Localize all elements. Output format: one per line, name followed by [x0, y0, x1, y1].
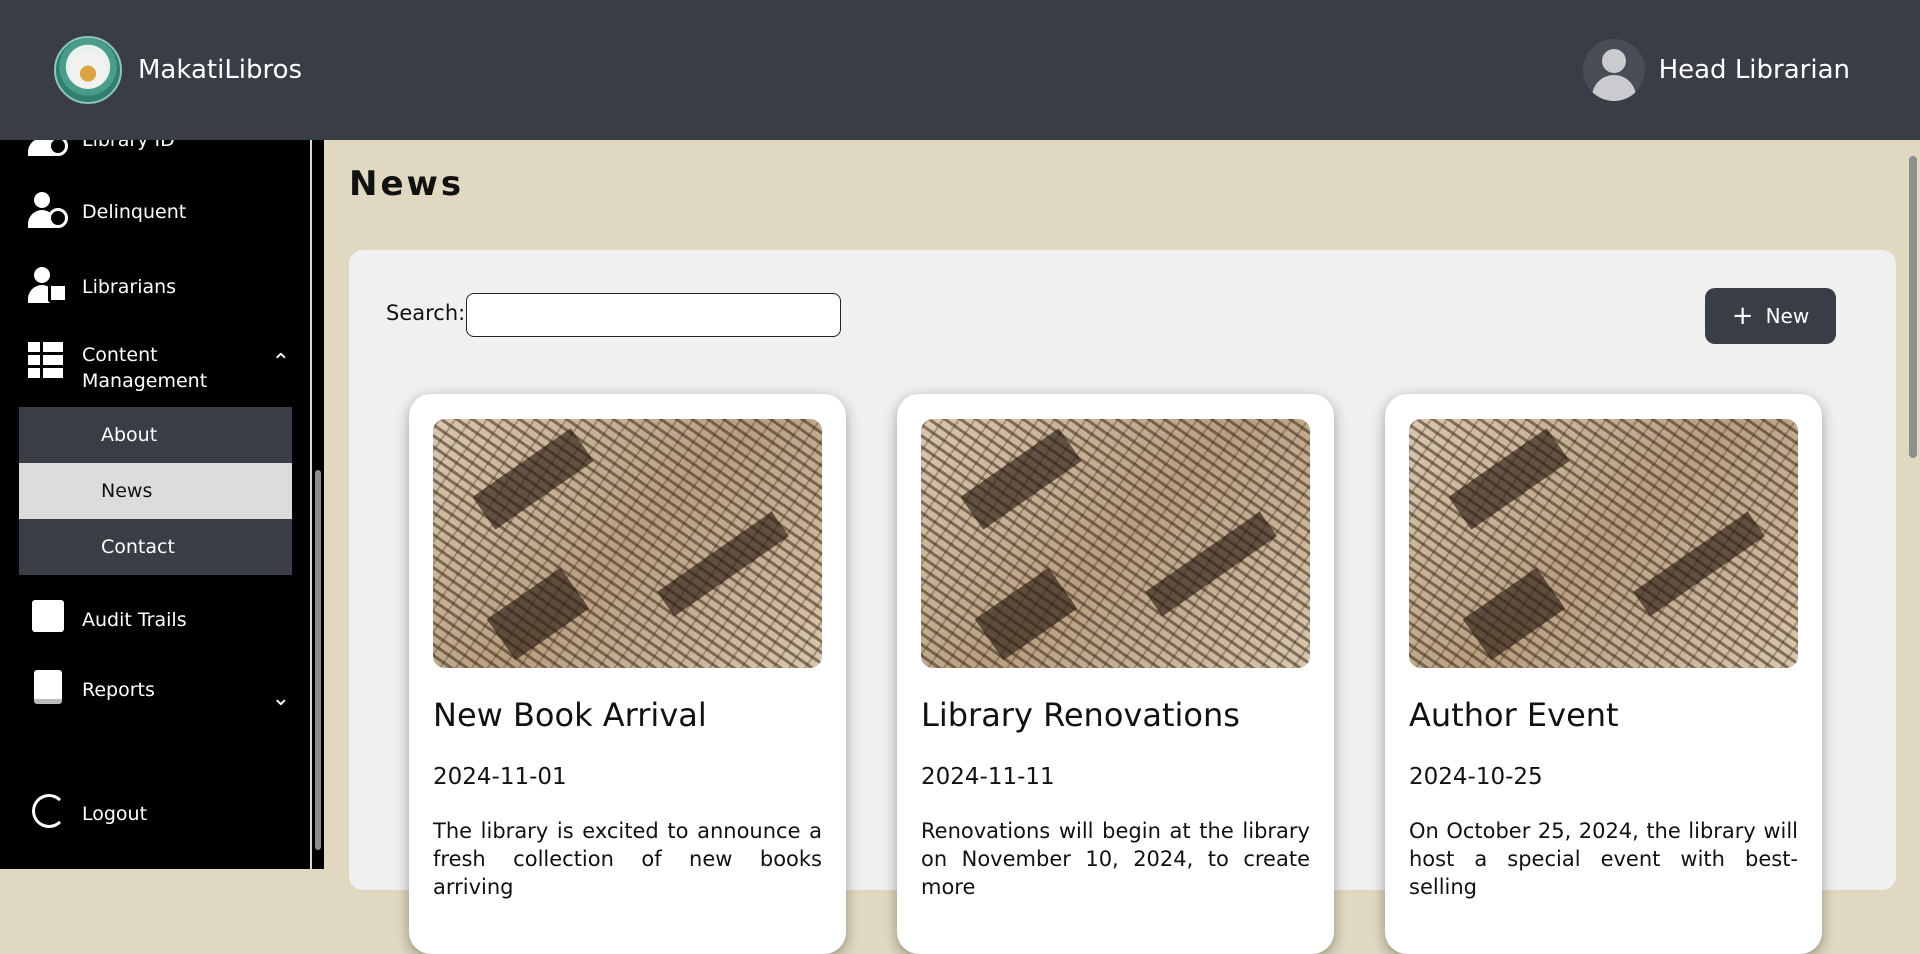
news-card-date: 2024-11-01: [433, 764, 567, 790]
librarians-icon: [28, 267, 68, 307]
news-card-title: Author Event: [1409, 696, 1619, 734]
news-card-image: [921, 419, 1310, 668]
audit-trails-icon: [28, 600, 68, 640]
submenu-item-news[interactable]: News: [19, 463, 292, 519]
user-name: Head Librarian: [1658, 55, 1850, 85]
submenu-item-about[interactable]: About: [19, 407, 292, 463]
chevron-down-icon: ⌄: [271, 686, 290, 711]
sidebar-item-reports[interactable]: Reports ⌄: [28, 670, 290, 711]
news-panel: Search: + New New Book Arrival 2024-11-0…: [349, 250, 1896, 954]
news-card-date: 2024-10-25: [1409, 764, 1543, 790]
chevron-up-icon: ⌃: [271, 350, 290, 375]
sidebar-item-label: Audit Trails: [82, 609, 187, 631]
sidebar-item-label: Delinquent: [82, 201, 187, 223]
sidebar-item-label: Reports: [82, 679, 155, 701]
main-scrollbar-thumb[interactable]: [1909, 156, 1917, 458]
news-card-title: New Book Arrival: [433, 696, 707, 734]
search-input[interactable]: [466, 293, 841, 337]
sidebar-item-delinquent[interactable]: Delinquent: [28, 192, 186, 232]
news-card-text: On October 25, 2024, the library will ho…: [1409, 819, 1798, 899]
sidebar-item-label: Content Management: [82, 344, 208, 392]
sidebar: Library ID Delinquent Librarians Content…: [0, 120, 310, 869]
brand-name: MakatiLibros: [138, 55, 303, 85]
news-card-title: Library Renovations: [921, 696, 1240, 734]
new-news-button[interactable]: + New: [1705, 288, 1836, 344]
brand[interactable]: MakatiLibros: [54, 36, 302, 104]
sidebar-item-content-management[interactable]: Content Management ⌃: [28, 342, 290, 394]
sidebar-item-librarians[interactable]: Librarians: [28, 267, 176, 307]
library-logo: [54, 36, 122, 104]
news-card-image: [1409, 419, 1798, 668]
sidebar-scrollbar[interactable]: [312, 140, 324, 869]
plus-icon: +: [1731, 301, 1754, 331]
sidebar-item-label: Librarians: [82, 276, 177, 298]
page-title: News: [349, 164, 465, 204]
sidebar-item-logout[interactable]: Logout: [28, 794, 147, 834]
news-card-text: Renovations will begin at the library on…: [921, 819, 1310, 899]
news-card[interactable]: Author Event 2024-10-25 On October 25, 2…: [1385, 394, 1822, 954]
sidebar-item-label: Logout: [82, 803, 148, 825]
logout-icon: [28, 794, 68, 834]
main-scrollbar[interactable]: [1906, 140, 1920, 869]
sidebar-item-audit-trails[interactable]: Audit Trails: [28, 600, 187, 640]
content-management-icon: [28, 342, 68, 382]
sidebar-scrollbar-thumb[interactable]: [315, 470, 321, 850]
content-management-submenu: About News Contact: [19, 407, 292, 575]
user-menu[interactable]: Head Librarian: [1582, 39, 1850, 101]
top-header: MakatiLibros Head Librarian: [0, 0, 1920, 140]
search-label: Search:: [386, 301, 466, 325]
reports-icon: [28, 670, 68, 710]
delinquent-icon: [28, 192, 68, 232]
submenu-item-contact[interactable]: Contact: [19, 519, 292, 575]
news-card-image: [433, 419, 822, 668]
new-button-label: New: [1765, 304, 1810, 328]
news-card[interactable]: New Book Arrival 2024-11-01 The library …: [409, 394, 846, 954]
news-card[interactable]: Library Renovations 2024-11-11 Renovatio…: [897, 394, 1334, 954]
news-card-text: The library is excited to announce a fre…: [433, 819, 822, 899]
news-card-date: 2024-11-11: [921, 764, 1055, 790]
user-avatar-icon: [1582, 39, 1645, 101]
